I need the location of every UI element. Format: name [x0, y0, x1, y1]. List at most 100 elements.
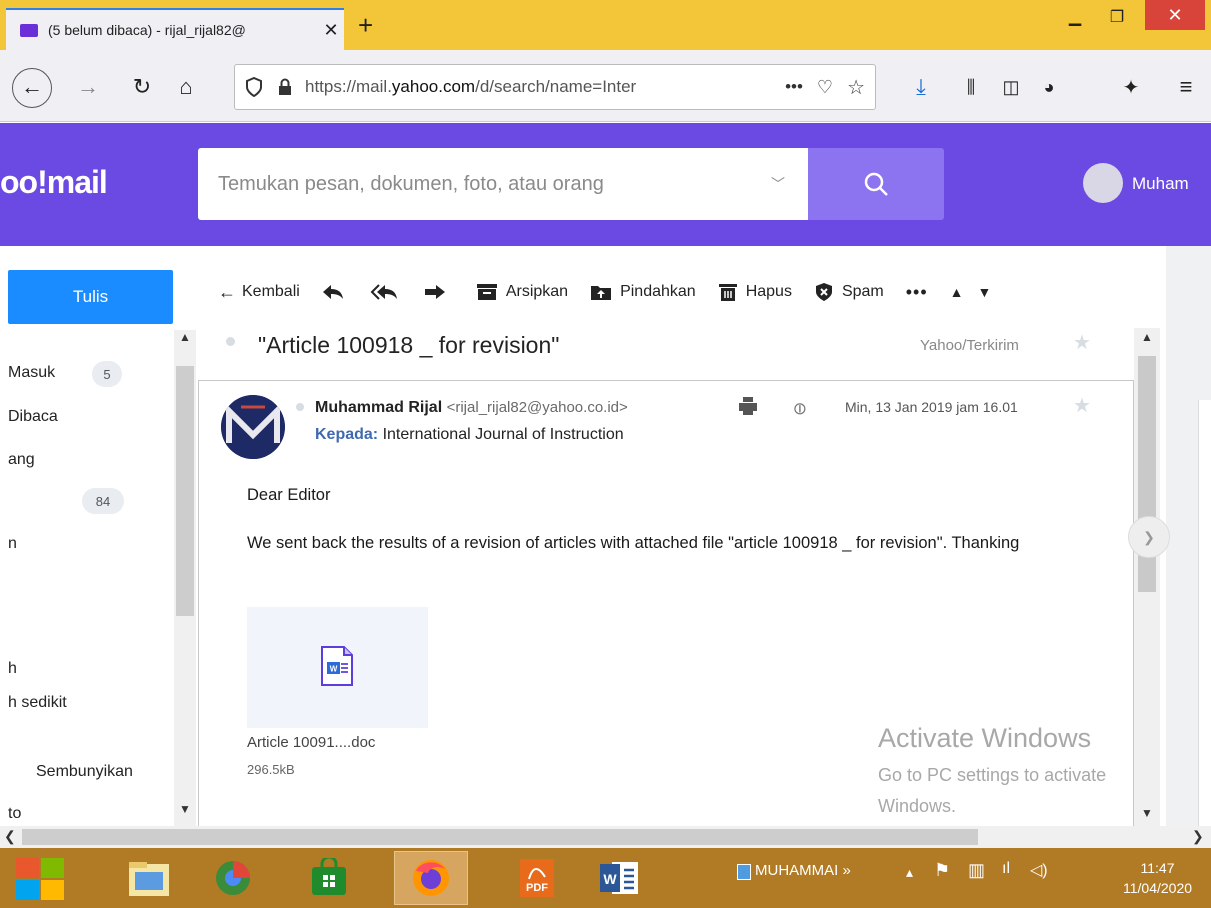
activate-line-1: Go to PC settings to activate [878, 765, 1107, 785]
scroll-right-icon[interactable]: ❯ [1192, 828, 1204, 845]
previous-message-icon[interactable]: ▲ [950, 284, 964, 300]
scroll-down-icon[interactable]: ▼ [174, 802, 196, 822]
taskbar-firefox[interactable] [394, 851, 468, 905]
sender-name[interactable]: Muhammad Rijal [315, 399, 442, 416]
word-icon: W [600, 862, 638, 894]
window-close-button[interactable]: ✕ [1145, 0, 1205, 30]
sidebar-item-inbox[interactable]: Masuk [8, 364, 55, 382]
taskbar-store[interactable] [292, 851, 366, 905]
read-status-dot[interactable] [226, 337, 235, 346]
message-date: Min, 13 Jan 2019 jam 16.01 [845, 399, 1018, 415]
volume-icon[interactable]: ◁) [1030, 860, 1048, 880]
delete-label: Hapus [745, 283, 792, 300]
printer-glyph [739, 397, 757, 415]
right-panel-card [1198, 400, 1211, 826]
chevron-down-icon[interactable]: ﹀ [748, 174, 808, 194]
address-bar[interactable]: https://mail.yahoo.com/d/search/name=Int… [234, 64, 876, 110]
taskbar-file-explorer[interactable] [112, 851, 186, 905]
back-button[interactable]: ← [12, 68, 52, 108]
sender-avatar[interactable] [221, 395, 285, 459]
tray-expand-icon[interactable]: ▴ [906, 864, 913, 881]
download-icon[interactable]: ⤓ [906, 60, 936, 114]
minimize-button[interactable]: ▁ [1060, 6, 1090, 32]
account-icon[interactable]: ◕ [1034, 60, 1064, 114]
back-to-list-button[interactable]: ← Kembali [218, 282, 300, 303]
search-button[interactable] [808, 148, 944, 220]
attachment-card[interactable]: W [247, 607, 428, 728]
message-star-icon[interactable]: ★ [1073, 393, 1091, 418]
sidebar-item-folder[interactable]: n [8, 535, 17, 553]
yahoo-mail-logo[interactable]: oo!mail [0, 164, 108, 201]
sidebar-item-less[interactable]: h sedikit [8, 694, 67, 712]
sender-line[interactable]: Muhammad Rijal <rijal_rijal82@yahoo.co.i… [315, 399, 628, 417]
action-center-flag-icon[interactable]: ⚑ [934, 860, 950, 881]
message-scroll-down-icon[interactable]: ▼ [1134, 806, 1160, 826]
lock-icon[interactable] [277, 78, 293, 96]
sidebar [0, 246, 174, 826]
menu-icon[interactable]: ≡ [1166, 60, 1206, 114]
browser-tab[interactable]: (5 belum dibaca) - rijal_rijal82@ ✕ [6, 8, 344, 50]
reply-all-button[interactable] [370, 283, 406, 301]
taskbar-window-label[interactable]: MUHAMMAI » [755, 862, 851, 879]
sidebar-item-starred[interactable]: ang [8, 451, 35, 469]
activate-line-2: Windows. [878, 796, 957, 816]
sidebar-item-hide[interactable]: Sembunyikan [36, 763, 133, 781]
tab-close-icon[interactable]: ✕ [318, 20, 344, 41]
pocket-icon[interactable]: ♡ [817, 77, 833, 98]
sender-email[interactable]: <rijal_rijal82@yahoo.co.id> [447, 399, 628, 416]
to-label: Kepada: [315, 426, 379, 443]
user-avatar[interactable] [1083, 163, 1123, 203]
move-button[interactable]: Pindahkan [590, 283, 696, 301]
overflow-chevron-icon[interactable]: » [843, 862, 851, 879]
bookmark-star-icon[interactable]: ☆ [847, 75, 865, 100]
sidebar-scroll-thumb[interactable] [176, 366, 194, 616]
sidebar-scrollbar[interactable]: ▲ ▼ [174, 330, 196, 826]
system-clock[interactable]: 11:47 11/04/2020 [1110, 858, 1205, 898]
next-message-icon[interactable]: ▼ [978, 284, 992, 300]
network-icon[interactable]: ▥ [968, 860, 985, 881]
extension-icon[interactable]: ✦ [1116, 60, 1146, 114]
attachment-name[interactable]: Article 10091....doc [247, 734, 375, 751]
recipient-name[interactable]: International Journal of Instruction [383, 426, 624, 443]
archive-icon [476, 284, 497, 300]
new-tab-button[interactable]: + [358, 12, 373, 38]
sidebar-icon[interactable]: ◫ [996, 60, 1026, 114]
archive-label: Arsipkan [505, 283, 569, 300]
firefox-icon [413, 860, 449, 896]
taskbar-word[interactable]: W [582, 851, 656, 905]
spam-button[interactable]: Spam [814, 282, 884, 302]
sidebar-item-photos[interactable]: to [8, 805, 21, 823]
print-icon[interactable] [738, 396, 758, 416]
next-message-button[interactable]: ❯ [1128, 516, 1170, 558]
windows-start-button[interactable] [14, 856, 66, 902]
star-icon[interactable]: ★ [1073, 330, 1091, 355]
body-text: We sent back the results of a revision o… [247, 534, 1020, 552]
restore-button[interactable]: ❐ [1102, 6, 1132, 32]
library-icon[interactable]: ⫼ [956, 60, 986, 114]
taskbar-pdf[interactable]: PDF [500, 851, 574, 905]
sidebar-item-unread[interactable]: Dibaca [8, 408, 58, 426]
delete-button[interactable]: Hapus [718, 282, 792, 302]
archive-button[interactable]: Arsipkan [476, 283, 568, 301]
search-icon [864, 172, 888, 196]
signal-icon[interactable]: ıl [1002, 860, 1010, 878]
user-name[interactable]: Muham [1132, 174, 1189, 194]
search-input[interactable]: Temukan pesan, dokumen, foto, atau orang… [198, 148, 808, 220]
more-actions-icon[interactable]: ••• [906, 282, 928, 303]
scroll-left-icon[interactable]: ❮ [4, 828, 16, 845]
forward-message-button[interactable] [424, 284, 454, 300]
greeting: Dear Editor [247, 486, 331, 504]
home-button[interactable]: ⌂ [166, 60, 206, 114]
scroll-up-icon[interactable]: ▲ [174, 330, 196, 350]
horizontal-scroll-thumb[interactable] [22, 829, 978, 845]
compose-button[interactable]: Tulis [8, 270, 173, 324]
sidebar-item-view[interactable]: h [8, 660, 17, 678]
page-actions-icon[interactable]: ••• [785, 77, 803, 97]
reload-button[interactable]: ↻ [122, 60, 162, 114]
shield-icon[interactable] [245, 77, 263, 97]
reply-button[interactable] [322, 283, 352, 301]
forward-button[interactable]: → [68, 60, 108, 114]
message-scroll-up-icon[interactable]: ▲ [1134, 330, 1160, 350]
taskbar-app-browser[interactable] [196, 851, 270, 905]
word-document-icon: W [321, 646, 353, 686]
